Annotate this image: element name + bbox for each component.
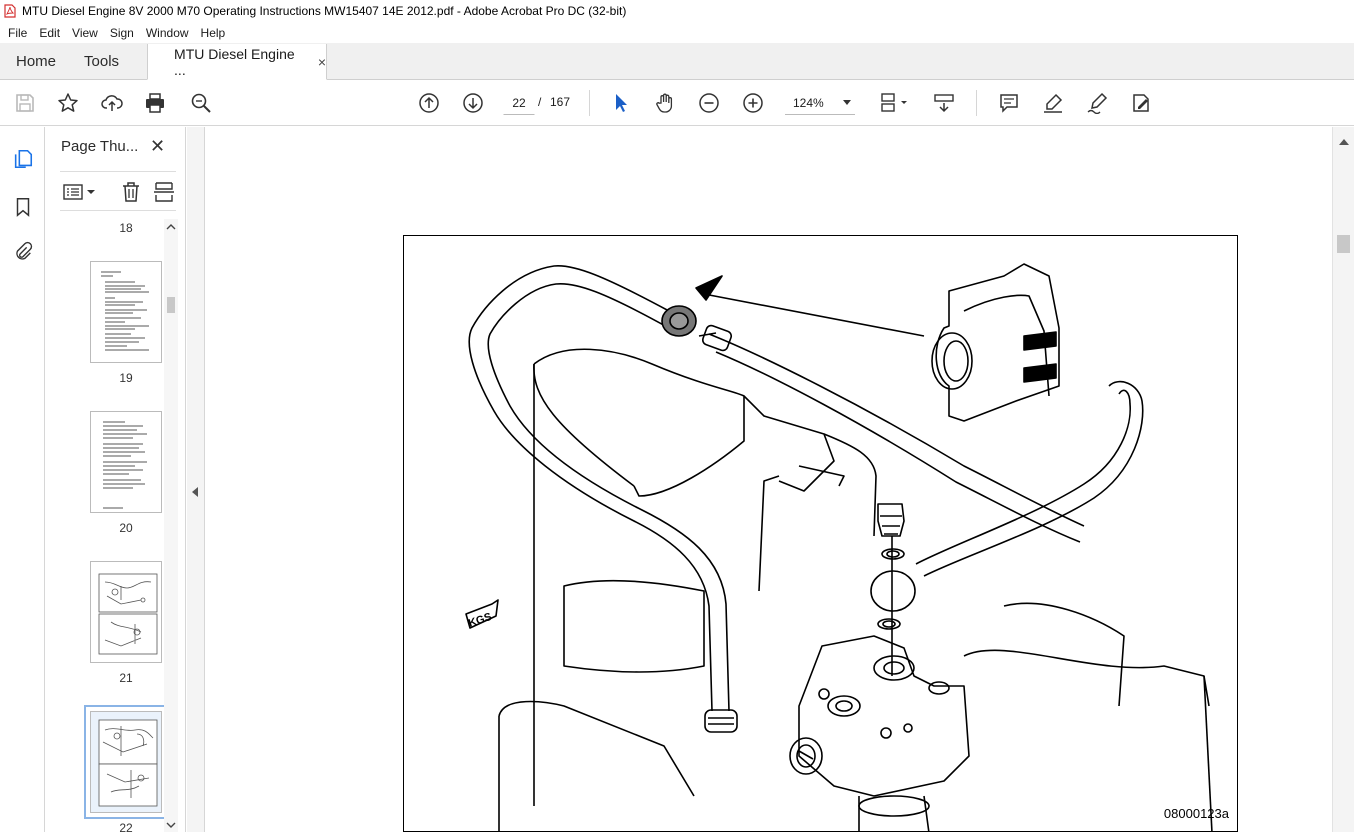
page-up-icon[interactable] — [416, 90, 442, 116]
thumb-label-20: 20 — [119, 521, 133, 535]
tab-tools[interactable]: Tools — [70, 43, 133, 79]
thumbnail-page-22[interactable] — [84, 705, 168, 819]
thumbnails-icon[interactable] — [11, 147, 35, 171]
print-icon[interactable] — [142, 90, 168, 116]
thumb-label-18: 18 — [119, 221, 133, 235]
panel-toolbar — [60, 171, 176, 211]
thumbnail-scroll-thumb[interactable] — [167, 297, 175, 313]
hand-icon[interactable] — [652, 90, 678, 116]
save-icon[interactable] — [12, 90, 38, 116]
scroll-up-arrow-icon[interactable] — [1339, 139, 1349, 145]
menu-help[interactable]: Help — [195, 26, 232, 40]
scroll-mode-icon[interactable] — [931, 90, 957, 116]
chevron-up-icon[interactable] — [166, 223, 176, 231]
engine-line-drawing: KGS — [465, 263, 1213, 831]
thumbnail-scrollbar[interactable] — [164, 219, 178, 832]
document-scrollbar[interactable] — [1332, 127, 1354, 832]
upload-cloud-icon[interactable] — [99, 90, 125, 116]
chevron-down-icon[interactable] — [166, 821, 176, 829]
chevron-down-icon — [843, 100, 851, 105]
menu-view[interactable]: View — [66, 26, 104, 40]
menu-file[interactable]: File — [2, 26, 33, 40]
thumbnail-list: 18 19 20 21 22 — [46, 213, 172, 832]
fill-sign-icon[interactable] — [1128, 90, 1154, 116]
attachments-icon[interactable] — [11, 240, 35, 264]
thumbnail-page-19[interactable] — [90, 261, 162, 363]
thumbnail-page-21[interactable] — [90, 561, 162, 663]
zoom-out-icon[interactable] — [696, 90, 722, 116]
tab-close-icon[interactable]: × — [318, 54, 326, 70]
toolbar-separator — [589, 90, 590, 116]
thumb-label-19: 19 — [119, 371, 133, 385]
tab-bar: Home Tools MTU Diesel Engine ... × — [0, 43, 1354, 80]
acrobat-app-icon — [4, 4, 16, 18]
menu-bar: File Edit View Sign Window Help — [0, 22, 1354, 43]
highlight-pen-icon[interactable] — [1040, 90, 1066, 116]
thumbnail-panel: Page Thu... ✕ 18 19 20 21 22 — [46, 127, 186, 832]
tab-document[interactable]: MTU Diesel Engine ... × — [147, 44, 328, 80]
collapse-arrow-icon[interactable] — [192, 487, 198, 497]
thumb-label-21: 21 — [119, 671, 133, 685]
zoom-in-icon[interactable] — [740, 90, 766, 116]
sign-pen-icon[interactable] — [1084, 90, 1110, 116]
thumb-label-22: 22 — [119, 821, 133, 832]
kgs-label: KGS — [467, 611, 493, 630]
zoom-search-icon[interactable] — [188, 90, 214, 116]
main-toolbar — [0, 80, 1354, 126]
figure-frame: KGS 08000123a — [403, 235, 1238, 832]
zoom-select[interactable]: 124% — [785, 91, 855, 115]
figure-code: 08000123a — [1163, 806, 1229, 821]
panel-collapse-strip[interactable] — [187, 127, 205, 832]
window-titlebar: MTU Diesel Engine 8V 2000 M70 Operating … — [0, 0, 1354, 22]
menu-window[interactable]: Window — [140, 26, 195, 40]
select-arrow-icon[interactable] — [608, 90, 634, 116]
menu-edit[interactable]: Edit — [33, 26, 66, 40]
toolbar-separator — [976, 90, 977, 116]
panel-title: Page Thu... — [61, 138, 139, 155]
comment-icon[interactable] — [996, 90, 1022, 116]
trash-icon[interactable] — [120, 181, 142, 203]
zoom-value: 124% — [793, 96, 824, 110]
page-total: 167 — [550, 95, 571, 109]
document-scroll-thumb[interactable] — [1337, 235, 1350, 253]
bookmarks-icon[interactable] — [11, 195, 35, 219]
bookmark-star-icon[interactable] — [55, 90, 81, 116]
page-display-icon[interactable] — [876, 90, 912, 116]
window-title: MTU Diesel Engine 8V 2000 M70 Operating … — [22, 4, 627, 18]
page-number-input[interactable]: 22 — [503, 91, 535, 115]
page-separator: / — [538, 95, 542, 109]
menu-sign[interactable]: Sign — [104, 26, 140, 40]
document-view[interactable]: KGS 08000123a — [206, 127, 1332, 832]
tab-document-label: MTU Diesel Engine ... — [174, 45, 295, 78]
options-menu-icon[interactable] — [63, 183, 97, 201]
page-extract-icon[interactable] — [153, 181, 175, 203]
thumbnail-page-20[interactable] — [90, 411, 162, 513]
left-rail — [0, 127, 45, 832]
tab-home[interactable]: Home — [0, 43, 70, 79]
page-down-icon[interactable] — [460, 90, 486, 116]
panel-close-icon[interactable]: ✕ — [150, 136, 165, 157]
